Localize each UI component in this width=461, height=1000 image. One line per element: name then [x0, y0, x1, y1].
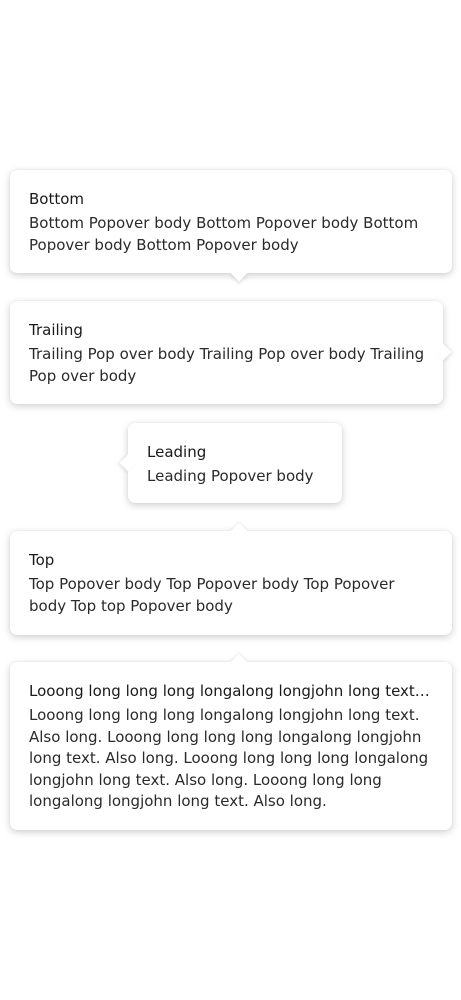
popover-title: Leading [147, 443, 207, 461]
popover-arrow-leading [119, 454, 137, 472]
popover-body: Trailing Pop over body Trailing Pop over… [29, 345, 425, 385]
popover-title: Top [29, 551, 55, 569]
popover-top: Top Top Popover body Top Popover body To… [10, 522, 452, 635]
popover-leading: Leading Leading Popover body [119, 423, 342, 503]
popover-body: Leading Popover body [147, 467, 314, 485]
popover-title: Trailing [29, 321, 83, 339]
popover-arrow-bottom [230, 264, 248, 282]
popover-trailing: Trailing Trailing Pop over body Trailing… [10, 301, 452, 404]
popover-body: Top Popover body Top Popover body Top Po… [29, 575, 395, 615]
popover-title: Looong long long long longalong longjohn… [29, 682, 434, 700]
popover-arrow-top [230, 653, 248, 671]
popover-long-text: Looong long long long longalong longjohn… [10, 653, 452, 830]
popover-body: Looong long long long longalong longjohn… [29, 706, 429, 810]
popover-bottom: Bottom Bottom Popover body Bottom Popove… [10, 170, 452, 282]
popover-title: Bottom [29, 190, 85, 208]
popover-arrow-trailing [434, 343, 452, 361]
popover-arrow-top [230, 522, 248, 540]
popover-body: Bottom Popover body Bottom Popover body … [29, 214, 419, 254]
